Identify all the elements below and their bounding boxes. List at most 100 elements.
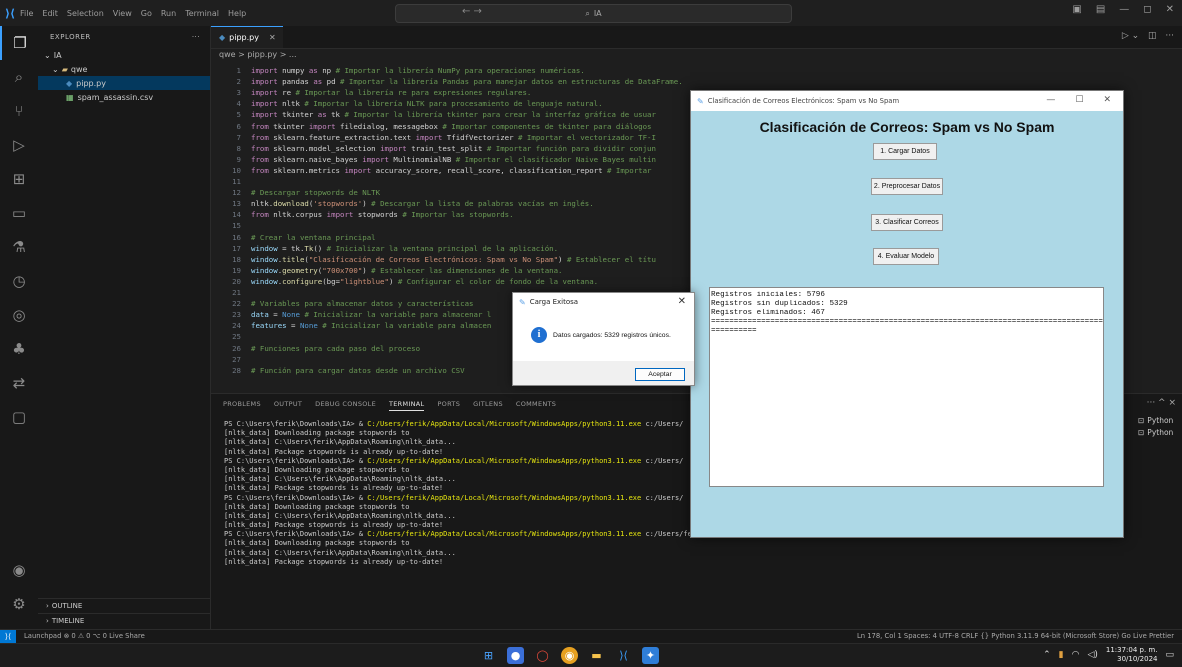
evaluar-modelo-button[interactable]: 4. Evaluar Modelo xyxy=(873,248,939,265)
chevron-up-icon[interactable]: ⌃ xyxy=(1043,650,1051,660)
folder-ia[interactable]: ⌄ IA xyxy=(38,48,210,62)
tab-problems[interactable]: PROBLEMS xyxy=(223,400,261,411)
timeline-section[interactable]: › TIMELINE xyxy=(38,613,210,627)
code-line[interactable]: 17 window = tk.Tk() # Inicializar la vent… xyxy=(211,244,558,254)
folder-qwe[interactable]: ⌄ ▰ qwe xyxy=(38,62,210,76)
code-line[interactable]: 26 # Funciones para cada paso del proceso xyxy=(211,344,420,354)
close-tab-icon[interactable]: ✕ xyxy=(269,33,276,42)
remote-icon[interactable]: ⟩⟨ xyxy=(0,630,16,643)
docker-icon[interactable]: ▢ xyxy=(0,400,38,434)
panel-controls[interactable]: ··· ^ × xyxy=(1147,398,1176,408)
code-line[interactable]: 5 import tkinter as tk # Importar la libr… xyxy=(211,110,656,120)
testing-icon[interactable]: ⚗ xyxy=(0,230,38,264)
status-right[interactable]: Ln 178, Col 1 Spaces: 4 UTF-8 CRLF {} Py… xyxy=(857,632,1174,640)
tab-pipp-py[interactable]: ◆ pipp.py ✕ xyxy=(211,26,283,48)
code-line[interactable]: 21 xyxy=(211,288,251,298)
minimize-icon[interactable]: — xyxy=(1046,95,1055,105)
menu-item-help[interactable]: Help xyxy=(228,9,246,18)
code-line[interactable]: 8 from sklearn.model_selection import tra… xyxy=(211,144,656,154)
code-line[interactable]: 27 xyxy=(211,355,251,365)
menu-item-view[interactable]: View xyxy=(113,9,132,18)
wifi-icon[interactable]: ◠ xyxy=(1072,650,1080,660)
status-left[interactable]: Launchpad ⊗ 0 ⚠ 0 ⌥ 0 Live Share xyxy=(24,632,145,640)
chrome-icon[interactable]: ◉ xyxy=(561,647,578,664)
python-taskbar-icon[interactable]: ✦ xyxy=(642,647,659,664)
run-debug-icon[interactable]: ▷ xyxy=(0,128,38,162)
code-line[interactable]: 22 # Variables para almacenar datos y car… xyxy=(211,299,473,309)
source-control-icon[interactable]: ⑂ xyxy=(0,94,38,128)
file-spam-assassin-csv[interactable]: ▦ spam_assassin.csv xyxy=(38,90,210,104)
code-line[interactable]: 7 from sklearn.feature_extraction.text im… xyxy=(211,133,656,143)
code-line[interactable]: 6 from tkinter import filedialog, message… xyxy=(211,122,652,132)
extensions-icon[interactable]: ⊞ xyxy=(0,162,38,196)
code-line[interactable]: 16 # Crear la ventana principal xyxy=(211,233,376,243)
minimize-icon[interactable]: — xyxy=(1119,4,1129,15)
tab-debug-console[interactable]: DEBUG CONSOLE xyxy=(315,400,376,411)
code-line[interactable]: 19 window.geometry("700x700") # Establece… xyxy=(211,266,562,276)
cargar-datos-button[interactable]: 1. Cargar Datos xyxy=(873,143,937,160)
opera-icon[interactable]: ◯ xyxy=(534,647,551,664)
code-line[interactable]: 3 import re # Importar la librería re par… xyxy=(211,88,532,98)
menu-item-file[interactable]: File xyxy=(20,9,33,18)
clasificar-correos-button[interactable]: 3. Clasificar Correos xyxy=(871,214,943,231)
code-line[interactable]: 14 from nltk.corpus import stopwords # Im… xyxy=(211,210,513,220)
menu-item-go[interactable]: Go xyxy=(141,9,152,18)
menu-item-terminal[interactable]: Terminal xyxy=(185,9,219,18)
maximize-icon[interactable]: ☐ xyxy=(1075,95,1083,105)
code-line[interactable]: 1 import numpy as np # Importar la librer… xyxy=(211,66,585,76)
more-actions-icon[interactable]: ··· xyxy=(192,33,200,41)
aceptar-button[interactable]: Aceptar xyxy=(635,368,685,381)
code-line[interactable]: 12 # Descargar stopwords de NLTK xyxy=(211,188,380,198)
run-icon[interactable]: ▷ ⌄ xyxy=(1122,31,1139,41)
windows-start-icon[interactable]: ⊞ xyxy=(480,647,497,664)
tab-gitlens[interactable]: GITLENS xyxy=(473,400,503,411)
file-pipp-py[interactable]: ◆ pipp.py xyxy=(38,76,210,90)
nav-arrows-icon[interactable]: ← → xyxy=(462,6,482,17)
menu-item-edit[interactable]: Edit xyxy=(42,9,58,18)
code-line[interactable]: 9 from sklearn.naive_bayes import Multino… xyxy=(211,155,656,165)
breadcrumb[interactable]: qwe > pipp.py > ... xyxy=(219,50,297,59)
terminal-item[interactable]: ⊡ Python xyxy=(1138,426,1182,438)
tab-ports[interactable]: PORTS xyxy=(437,400,460,411)
code-line[interactable]: 23 data = None # Inicializar la variable … xyxy=(211,310,491,320)
command-center-search[interactable]: ⌕ IA xyxy=(395,4,792,23)
account-icon[interactable]: ◉ xyxy=(0,553,38,587)
code-line[interactable]: 2 import pandas as pd # Importar la libre… xyxy=(211,77,683,87)
preprocesar-datos-button[interactable]: 2. Preprocesar Datos xyxy=(871,178,943,195)
code-line[interactable]: 18 window.title("Clasificación de Correos… xyxy=(211,255,656,265)
layout-icon[interactable]: ▣ xyxy=(1072,4,1081,15)
explorer-icon[interactable]: ❐ xyxy=(0,26,38,60)
tab-output[interactable]: OUTPUT xyxy=(274,400,302,411)
restore-icon[interactable]: ◻ xyxy=(1143,4,1151,15)
code-line[interactable]: 20 window.configure(bg="lightblue") # Con… xyxy=(211,277,598,287)
battery-icon[interactable]: ▮ xyxy=(1059,650,1064,660)
close-icon[interactable]: ✕ xyxy=(1103,95,1111,105)
code-line[interactable]: 13 nltk.download('stopwords') # Descargar… xyxy=(211,199,594,209)
close-icon[interactable]: ✕ xyxy=(1166,4,1174,15)
clock[interactable]: 11:37:04 p. m. 30/10/2024 xyxy=(1106,646,1158,664)
vscode-taskbar-icon[interactable]: ⟩⟨ xyxy=(615,647,632,664)
settings-gear-icon[interactable]: ⚙ xyxy=(0,587,38,621)
gitlens-icon[interactable]: ◎ xyxy=(0,298,38,332)
more-actions-icon[interactable]: ··· xyxy=(1165,31,1174,41)
live-share-icon[interactable]: ⇄ xyxy=(0,366,38,400)
close-icon[interactable]: ✕ xyxy=(678,296,686,307)
code-line[interactable]: 15 xyxy=(211,221,251,231)
tab-terminal[interactable]: TERMINAL xyxy=(389,400,425,411)
notifications-icon[interactable]: ▭ xyxy=(1165,650,1174,660)
menu-item-selection[interactable]: Selection xyxy=(67,9,104,18)
remote-explorer-icon[interactable]: ▭ xyxy=(0,196,38,230)
code-line[interactable]: 24 features = None # Inicializar la varia… xyxy=(211,321,491,331)
outline-section[interactable]: › OUTLINE xyxy=(38,598,210,612)
edge-icon[interactable]: ● xyxy=(507,647,524,664)
code-line[interactable]: 11 xyxy=(211,177,251,187)
file-explorer-icon[interactable]: ▬ xyxy=(588,647,605,664)
results-textbox[interactable]: Registros iniciales: 5796 Registros sin d… xyxy=(709,287,1104,487)
code-line[interactable]: 4 import nltk # Importar la librería NLTK… xyxy=(211,99,603,109)
search-icon[interactable]: ⌕ xyxy=(0,60,38,94)
timeline-icon[interactable]: ◷ xyxy=(0,264,38,298)
code-line[interactable]: 28 # Función para cargar datos desde un a… xyxy=(211,366,464,376)
python-icon[interactable]: ♣ xyxy=(0,332,38,366)
code-line[interactable]: 10 from sklearn.metrics import accuracy_s… xyxy=(211,166,651,176)
layout-panel-icon[interactable]: ▤ xyxy=(1096,4,1105,15)
